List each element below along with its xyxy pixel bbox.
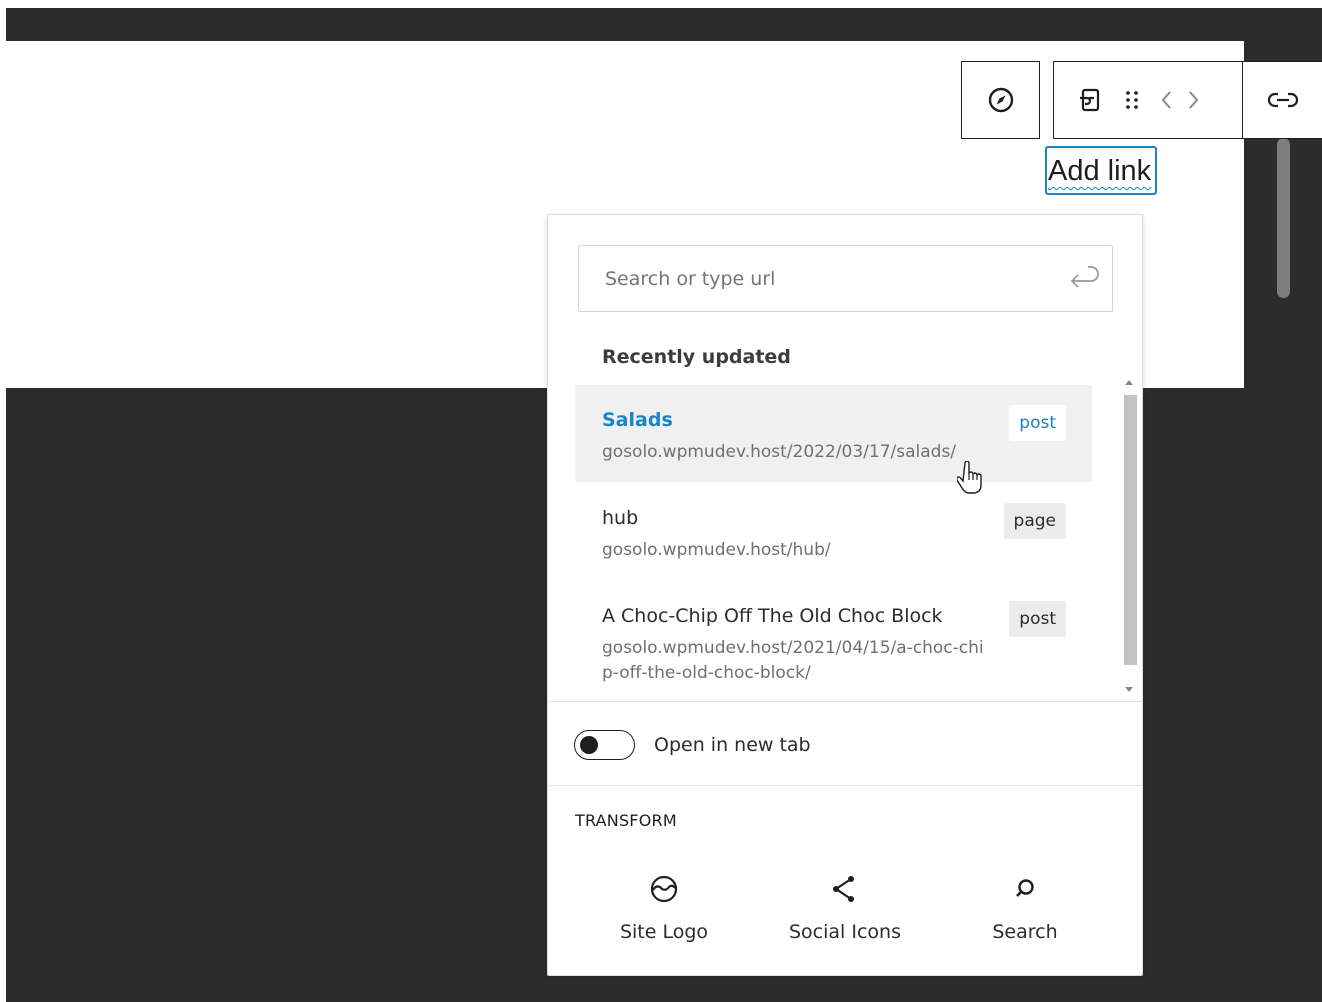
divider <box>548 785 1142 786</box>
transform-label: Site Logo <box>619 921 709 943</box>
result-type-badge: post <box>1009 601 1066 637</box>
link-text[interactable]: Add link <box>1045 146 1157 195</box>
drag-handle-icon[interactable] <box>1122 86 1142 114</box>
recently-updated-heading: Recently updated <box>602 346 791 368</box>
search-result-item[interactable]: Salads gosolo.wpmudev.host/2022/03/17/sa… <box>575 385 1092 482</box>
scroll-down-arrow-icon[interactable] <box>1125 687 1133 692</box>
results-scrollbar-thumb[interactable] <box>1124 395 1137 665</box>
result-type-badge: post <box>1009 405 1066 441</box>
result-url: gosolo.wpmudev.host/hub/ <box>602 540 831 560</box>
url-search-input[interactable] <box>579 246 1049 311</box>
transform-social-icons-button[interactable]: Social Icons <box>755 855 935 965</box>
toolbar-group-parent <box>961 61 1040 139</box>
block-transform-icon[interactable] <box>1076 86 1104 114</box>
result-title: hub <box>602 507 639 529</box>
result-title: A Choc-Chip Off The Old Choc Block <box>602 605 943 627</box>
compass-icon[interactable] <box>987 86 1015 114</box>
enter-icon[interactable] <box>1066 263 1102 300</box>
share-icon <box>755 855 935 915</box>
toolbar-group-link <box>1242 61 1322 139</box>
transform-search-button[interactable]: Search <box>935 855 1115 965</box>
search-result-item[interactable]: hub gosolo.wpmudev.host/hub/ page <box>575 483 1092 580</box>
search-results-list: Salads gosolo.wpmudev.host/2022/03/17/sa… <box>575 385 1092 701</box>
result-url: gosolo.wpmudev.host/2021/04/15/a-choc-ch… <box>602 638 984 683</box>
editor-scrollbar[interactable] <box>1277 138 1290 298</box>
divider <box>548 701 1142 702</box>
transform-label: Search <box>992 921 1058 943</box>
link-icon[interactable] <box>1267 90 1299 110</box>
toolbar-group-block <box>1053 61 1243 139</box>
toggle-knob <box>580 736 598 754</box>
result-url: gosolo.wpmudev.host/2022/03/17/salads/ <box>602 442 957 462</box>
open-new-tab-toggle[interactable] <box>574 730 635 760</box>
link-popover: Recently updated Salads gosolo.wpmudev.h… <box>547 214 1143 976</box>
transform-site-logo-button[interactable]: Site Logo <box>574 855 754 965</box>
url-search-box <box>578 245 1113 312</box>
result-type-badge: page <box>1003 503 1066 539</box>
scroll-up-arrow-icon[interactable] <box>1125 380 1133 385</box>
search-result-item[interactable]: A Choc-Chip Off The Old Choc Block gosol… <box>575 581 1092 701</box>
open-new-tab-label[interactable]: Open in new tab <box>654 734 811 756</box>
chevron-left-icon[interactable] <box>1160 88 1174 112</box>
site-logo-icon <box>574 855 754 915</box>
chevron-right-icon[interactable] <box>1186 88 1200 112</box>
result-title: Salads <box>602 409 673 431</box>
search-icon <box>935 855 1115 915</box>
hand-pointer-icon <box>956 460 983 500</box>
transform-label: Social Icons <box>789 921 901 943</box>
transform-heading: TRANSFORM <box>575 811 677 830</box>
